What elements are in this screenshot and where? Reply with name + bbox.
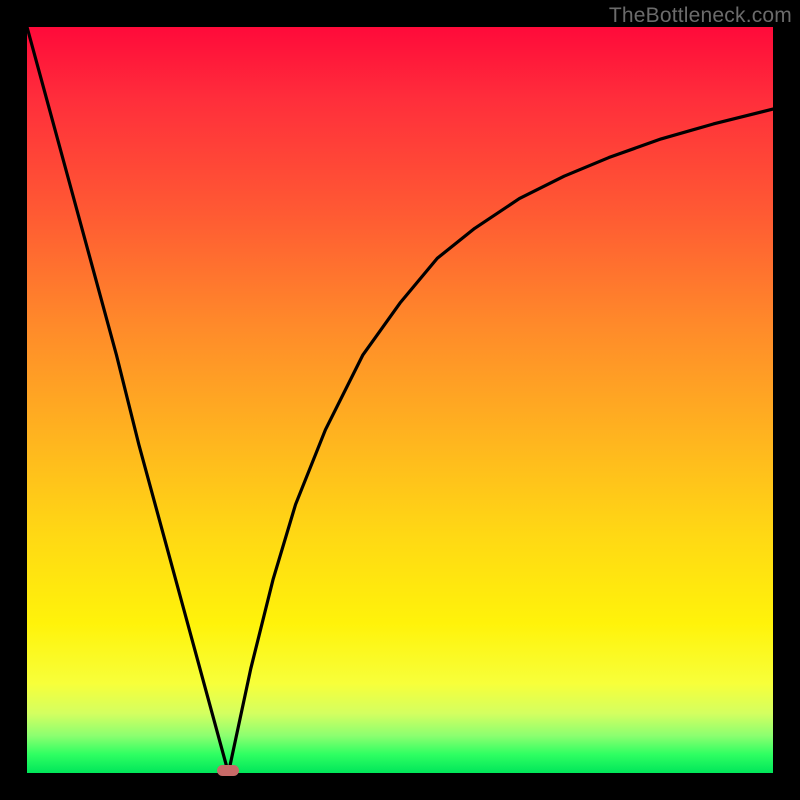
plot-area bbox=[27, 27, 773, 773]
chart-frame: TheBottleneck.com bbox=[0, 0, 800, 800]
optimum-marker bbox=[217, 765, 239, 776]
curve-path bbox=[27, 27, 773, 773]
watermark-text: TheBottleneck.com bbox=[609, 4, 792, 28]
bottleneck-curve bbox=[27, 27, 773, 773]
